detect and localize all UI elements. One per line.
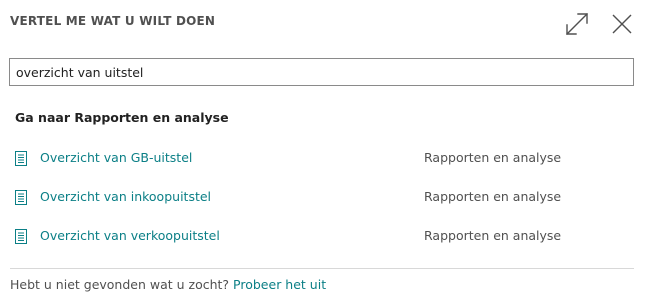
- footer-divider: [10, 268, 634, 269]
- dialog-title: VERTEL ME WAT U WILT DOEN: [10, 14, 216, 28]
- result-name[interactable]: Overzicht van GB-uitstel: [40, 150, 192, 165]
- result-name[interactable]: Overzicht van inkoopuitstel: [40, 189, 211, 204]
- footer: Hebt u niet gevonden wat u zocht? Probee…: [10, 277, 326, 292]
- result-category: Rapporten en analyse: [424, 150, 562, 165]
- report-icon: [15, 151, 27, 166]
- footer-text: Hebt u niet gevonden wat u zocht?: [10, 277, 234, 292]
- expand-icon: [566, 13, 588, 35]
- result-name[interactable]: Overzicht van verkoopuitstel: [40, 228, 220, 243]
- result-row-verkoopuitstel[interactable]: Overzicht van verkoopuitstel Rapporten e…: [0, 217, 645, 256]
- close-icon: [612, 14, 632, 34]
- result-category: Rapporten en analyse: [424, 228, 562, 243]
- close-button[interactable]: [608, 10, 636, 38]
- expand-button[interactable]: [563, 10, 591, 38]
- search-box: [9, 58, 634, 86]
- try-it-link[interactable]: Probeer het uit: [233, 277, 326, 292]
- search-input[interactable]: [10, 59, 633, 85]
- result-row-inkoopuitstel[interactable]: Overzicht van inkoopuitstel Rapporten en…: [0, 178, 645, 217]
- results-list: Overzicht van GB-uitstel Rapporten en an…: [0, 139, 645, 256]
- report-icon: [15, 190, 27, 205]
- section-title: Ga naar Rapporten en analyse: [15, 110, 229, 125]
- report-icon: [15, 229, 27, 244]
- result-row-gb-uitstel[interactable]: Overzicht van GB-uitstel Rapporten en an…: [0, 139, 645, 178]
- result-category: Rapporten en analyse: [424, 189, 562, 204]
